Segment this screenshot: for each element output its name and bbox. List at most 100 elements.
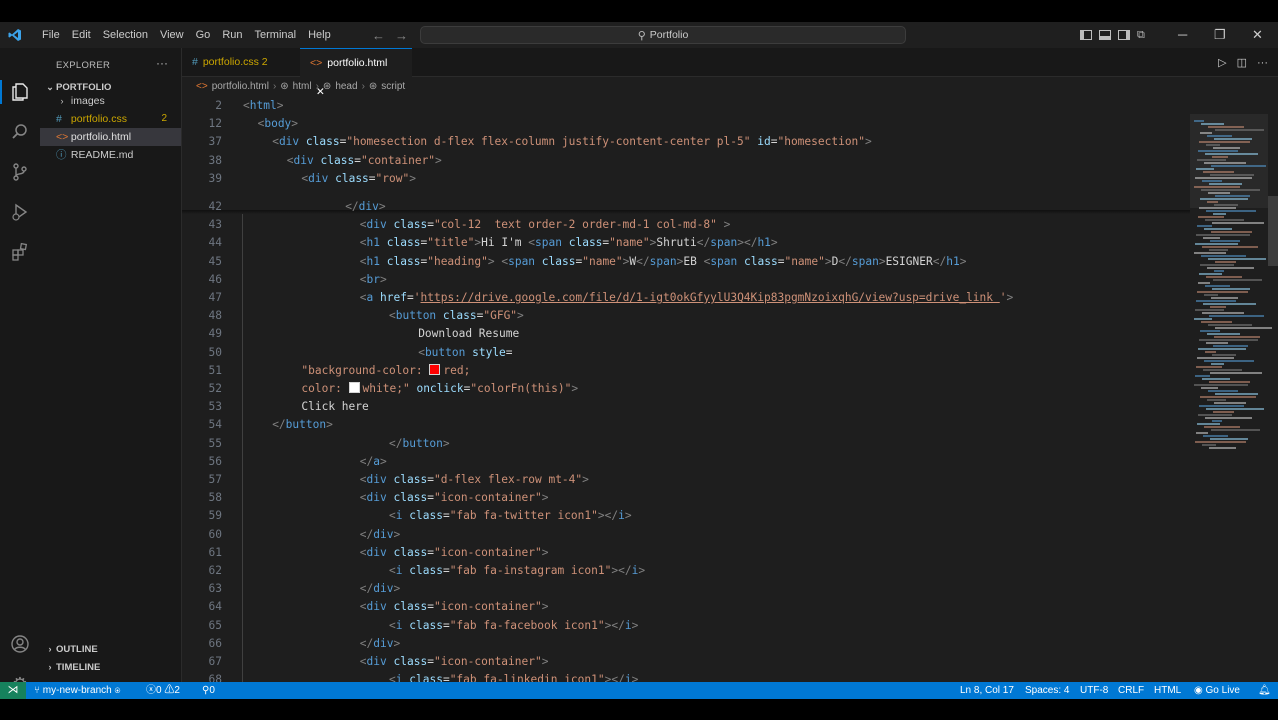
error-icon: ⓧ [146, 685, 156, 696]
minimap-line [1195, 441, 1246, 443]
minimap-line [1214, 204, 1238, 206]
minimap-line [1197, 225, 1212, 227]
toggle-primary-sidebar-icon[interactable] [1080, 30, 1092, 40]
color-swatch[interactable] [348, 382, 360, 393]
tree-item-readme[interactable]: ⓘ README.md [40, 146, 181, 164]
indentation[interactable]: Spaces: 4 [1025, 682, 1069, 699]
info-file-icon: ⓘ [56, 149, 67, 161]
element-icon: ⊛ [322, 81, 332, 92]
notifications-bell-icon[interactable]: 🔔︎ [1258, 682, 1271, 699]
run-debug-icon[interactable] [8, 200, 32, 224]
element-icon: ⊛ [368, 81, 378, 92]
extensions-icon[interactable] [8, 240, 32, 264]
line-endings[interactable]: CRLF [1118, 682, 1144, 699]
minimap-line [1199, 207, 1236, 209]
go-live-button[interactable]: ◉ Go Live [1194, 682, 1240, 699]
line-number: 62 [208, 564, 222, 577]
back-arrow-icon[interactable]: ← [372, 28, 385, 43]
menu-item-terminal[interactable]: Terminal [249, 22, 303, 48]
code-text: <div class="icon-container"> [359, 655, 549, 668]
scrollbar-thumb[interactable] [1268, 196, 1278, 266]
explorer-icon[interactable] [8, 80, 32, 104]
line-number: 56 [208, 454, 222, 468]
run-icon[interactable]: ▷ [1218, 56, 1226, 69]
outline-label: OUTLINE [56, 644, 98, 655]
menu-item-view[interactable]: View [154, 22, 190, 48]
timeline-section[interactable]: › TIMELINE [44, 662, 101, 673]
tree-item-portfolio-css[interactable]: # portfolio.css 2 [40, 110, 181, 128]
encoding[interactable]: UTF-8 [1080, 682, 1108, 699]
minimap-line [1195, 309, 1224, 311]
activity-bar: ⚙ [0, 48, 40, 694]
menu-item-go[interactable]: Go [190, 22, 217, 48]
vertical-scrollbar[interactable] [1268, 96, 1278, 682]
minimap-line [1194, 384, 1248, 386]
line-number: 59 [208, 509, 222, 523]
minimap-line [1205, 153, 1258, 155]
branch-status[interactable]: ⑂ my-new-branch ◉ [34, 682, 120, 699]
line-number: 52 [208, 382, 222, 395]
more-actions-icon[interactable]: ··· [1257, 57, 1268, 69]
split-editor-icon[interactable]: ◫ [1237, 56, 1247, 69]
toggle-secondary-sidebar-icon[interactable] [1118, 30, 1130, 40]
more-actions-icon[interactable]: ··· [156, 56, 168, 70]
minimap-line [1210, 240, 1240, 242]
minimap-line [1215, 327, 1272, 329]
forward-arrow-icon[interactable]: → [395, 28, 408, 43]
toggle-panel-icon[interactable] [1099, 30, 1111, 40]
minimap-line [1195, 177, 1252, 179]
minimize-icon[interactable]: ─ [1178, 22, 1187, 48]
menu-item-help[interactable]: Help [302, 22, 337, 48]
minimap-line [1206, 408, 1264, 410]
menu-item-selection[interactable]: Selection [97, 22, 154, 48]
line-number: 57 [208, 473, 222, 486]
breadcrumb-item[interactable]: script [381, 78, 405, 96]
minimap[interactable] [1190, 96, 1272, 682]
outline-section[interactable]: › OUTLINE [44, 644, 98, 655]
minimap-line [1215, 195, 1250, 197]
problems-badge: 2 [161, 113, 167, 124]
language-mode[interactable]: HTML [1154, 682, 1181, 699]
code-editor[interactable]: 2 <html> 12 <body> 37 <div class="homesection… [182, 96, 1190, 682]
code-text: <div class="icon-container"> [359, 600, 549, 614]
account-icon[interactable] [8, 632, 32, 656]
menu-item-file[interactable]: File [36, 22, 66, 48]
minimap-line [1200, 132, 1212, 134]
remote-indicator-icon[interactable]: ⋊ [0, 682, 26, 699]
explorer-sidebar: EXPLORER ··· ⌄ PORTFOLIO › images # portf… [40, 48, 182, 682]
minimap-line [1200, 264, 1234, 266]
tree-item-portfolio-html[interactable]: <> portfolio.html [40, 128, 181, 146]
menu-item-run[interactable]: Run [216, 22, 248, 48]
breadcrumb-item[interactable]: portfolio.html [212, 78, 269, 96]
minimap-line [1196, 234, 1250, 236]
minimap-line [1196, 168, 1214, 170]
command-center-search[interactable]: ⚲ Portfolio [420, 26, 906, 44]
code-line: 2 <html> [182, 97, 1190, 115]
minimap-line [1197, 159, 1226, 161]
minimap-line [1198, 282, 1210, 284]
code-line: 59 <i class="fab fa-twitter icon1"></i> [182, 507, 1190, 525]
problems-status[interactable]: ⓧ0 ⚠2 [146, 682, 180, 699]
status-bar: ⋊ ⑂ my-new-branch ◉ ⓧ0 ⚠2 ⚲0 Ln 8, Col 1… [0, 682, 1278, 699]
menu-item-edit[interactable]: Edit [66, 22, 97, 48]
code-line: 60 </div> [182, 526, 1190, 544]
tree-item-images[interactable]: › images [40, 92, 181, 110]
ports-status[interactable]: ⚲0 [202, 682, 215, 699]
code-line: 56 </a> [182, 453, 1190, 471]
close-window-icon[interactable]: ✕ [1252, 22, 1263, 48]
minimap-line [1209, 381, 1250, 383]
element-icon: ⊛ [280, 81, 289, 92]
restore-icon[interactable]: ❐ [1214, 22, 1226, 48]
tab-portfolio-html[interactable]: <> portfolio.html ✕ [300, 48, 412, 98]
search-view-icon[interactable] [8, 120, 32, 144]
color-swatch[interactable] [429, 363, 441, 375]
source-control-icon[interactable] [8, 160, 32, 184]
tab-portfolio-css[interactable]: # portfolio.css 2 [182, 48, 294, 77]
breadcrumb-item[interactable]: head [335, 78, 357, 96]
minimap-line [1201, 321, 1232, 323]
cursor-position[interactable]: Ln 8, Col 17 [960, 682, 1014, 699]
chevron-right-icon: › [315, 81, 319, 92]
vscode-logo-icon [8, 29, 21, 41]
customize-layout-icon[interactable]: ⧉ [1137, 29, 1145, 42]
breadcrumb-item[interactable]: html [293, 78, 312, 96]
